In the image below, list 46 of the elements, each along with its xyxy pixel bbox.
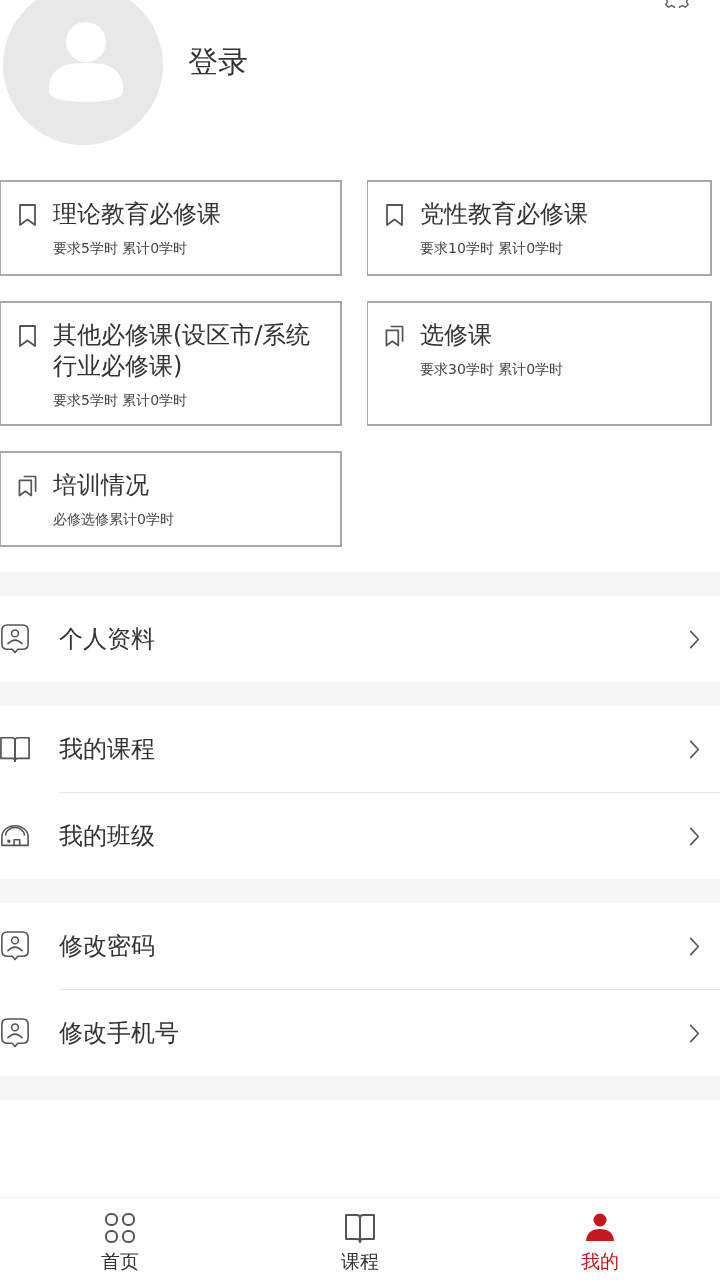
menu-item-label: 修改手机号	[59, 1018, 180, 1049]
grid-icon	[104, 1212, 136, 1244]
chevron-right-icon	[689, 739, 700, 759]
card-hours-text: 必修选修累计0学时	[53, 510, 174, 529]
menu-item-label: 我的课程	[59, 734, 156, 765]
tab[interactable]: 首页	[0, 1198, 240, 1280]
book-icon	[344, 1212, 376, 1244]
course-card[interactable]: 培训情况 必修选修累计0学时	[0, 451, 342, 547]
login-link[interactable]: 登录	[188, 41, 248, 83]
card-title: 党性教育必修课	[420, 199, 588, 230]
book-icon	[0, 734, 30, 764]
double-bookmark-icon	[18, 475, 37, 497]
chevron-right-icon	[689, 936, 700, 956]
course-card[interactable]: 其他必修课(设区市/系统行业必修课) 要求5学时 累计0学时	[0, 301, 342, 426]
tab[interactable]: 课程	[240, 1198, 480, 1280]
card-hours-text: 要求10学时 累计0学时	[420, 239, 565, 258]
menu-item[interactable]: 修改手机号	[0, 990, 720, 1076]
bookmark-icon	[18, 325, 37, 347]
menu-item-label: 我的班级	[59, 821, 156, 852]
double-bookmark-icon	[385, 325, 404, 347]
card-title: 其他必修课(设区市/系统行业必修课)	[53, 320, 312, 382]
menu-item[interactable]: 我的课程	[0, 706, 720, 792]
chevron-right-icon	[689, 629, 700, 649]
person-badge-icon	[0, 931, 30, 961]
course-card[interactable]: 党性教育必修课 要求10学时 累计0学时	[367, 180, 712, 276]
person-badge-icon	[0, 1018, 30, 1048]
menu-item[interactable]: 个人资料	[0, 596, 720, 682]
course-card[interactable]: 理论教育必修课 要求5学时 累计0学时	[0, 180, 342, 276]
menu-item[interactable]: 我的班级	[0, 793, 720, 879]
card-title: 理论教育必修课	[53, 199, 221, 230]
card-hours-text: 要求30学时 累计0学时	[420, 360, 564, 379]
card-hours-text: 要求5学时 累计0学时	[53, 391, 189, 410]
course-card[interactable]: 选修课 要求30学时 累计0学时	[367, 301, 712, 426]
card-title: 培训情况	[53, 470, 150, 501]
chevron-right-icon	[689, 1023, 700, 1043]
card-hours-text: 要求5学时 累计0学时	[53, 239, 189, 258]
menu-item[interactable]: 修改密码	[0, 903, 720, 989]
card-title: 选修课	[420, 320, 493, 351]
menu-item-label: 个人资料	[59, 624, 156, 655]
bookmark-icon	[385, 204, 404, 226]
tab[interactable]: 我的	[480, 1198, 720, 1280]
chevron-right-icon	[689, 826, 700, 846]
person-icon	[584, 1212, 616, 1244]
bookmark-icon	[18, 204, 37, 226]
menu-item-label: 修改密码	[59, 931, 156, 962]
person-badge-icon	[0, 624, 30, 654]
